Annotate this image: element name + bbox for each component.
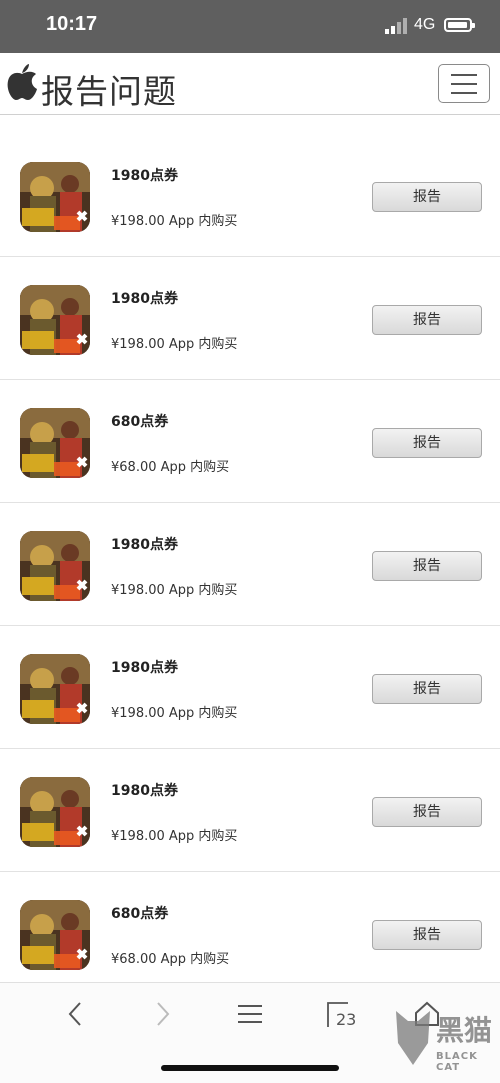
game-app-icon bbox=[20, 285, 90, 355]
game-app-icon bbox=[20, 531, 90, 601]
status-bar: 10:17 4G bbox=[0, 0, 500, 53]
list-item: 1980点券 ¥198.00 App 内购买 报告 bbox=[0, 257, 500, 380]
apple-logo-icon bbox=[7, 64, 37, 100]
list-item: 1980点券 ¥198.00 App 内购买 报告 bbox=[0, 134, 500, 257]
report-button[interactable]: 报告 bbox=[372, 674, 482, 704]
cat-shield-icon bbox=[396, 1011, 430, 1065]
menu-icon bbox=[451, 74, 477, 76]
item-name: 1980点券 bbox=[111, 291, 178, 307]
item-price: ¥198.00 App 内购买 bbox=[111, 337, 238, 352]
item-price: ¥198.00 App 内购买 bbox=[111, 214, 238, 229]
list-item: 1980点券 ¥198.00 App 内购买 报告 bbox=[0, 503, 500, 626]
item-price: ¥68.00 App 内购买 bbox=[111, 460, 230, 475]
item-name: 680点券 bbox=[111, 906, 169, 922]
game-app-icon bbox=[20, 900, 90, 970]
list-item: 680点券 ¥68.00 App 内购买 报告 bbox=[0, 380, 500, 503]
watermark-text-cn: 黑猫 bbox=[436, 1014, 493, 1047]
page-header: 报告问题 bbox=[0, 53, 500, 115]
battery-icon bbox=[444, 18, 475, 32]
item-price: ¥198.00 App 内购买 bbox=[111, 583, 238, 598]
purchase-list: 1980点券 ¥198.00 App 内购买 报告 1980点券 ¥198.00… bbox=[0, 134, 500, 995]
tabs-button[interactable]: 23 bbox=[326, 999, 356, 1029]
report-button[interactable]: 报告 bbox=[372, 182, 482, 212]
item-name: 1980点券 bbox=[111, 783, 178, 799]
report-button[interactable]: 报告 bbox=[372, 920, 482, 950]
home-indicator[interactable] bbox=[161, 1065, 339, 1071]
page-title: 报告问题 bbox=[41, 72, 177, 111]
list-item: 680点券 ¥68.00 App 内购买 报告 bbox=[0, 872, 500, 995]
forward-icon[interactable] bbox=[150, 999, 176, 1029]
report-button[interactable]: 报告 bbox=[372, 797, 482, 827]
back-icon[interactable] bbox=[62, 999, 88, 1029]
status-time: 10:17 bbox=[46, 13, 98, 35]
item-price: ¥198.00 App 内购买 bbox=[111, 829, 238, 844]
item-name: 1980点券 bbox=[111, 168, 178, 184]
report-button[interactable]: 报告 bbox=[372, 428, 482, 458]
signal-icon bbox=[385, 18, 407, 34]
item-price: ¥68.00 App 内购买 bbox=[111, 952, 230, 967]
item-name: 680点券 bbox=[111, 414, 169, 430]
black-cat-watermark: 黑猫 BLACK CAT bbox=[392, 1007, 500, 1079]
item-name: 1980点券 bbox=[111, 537, 178, 553]
watermark-text-en: BLACK CAT bbox=[436, 1051, 478, 1073]
report-button[interactable]: 报告 bbox=[372, 305, 482, 335]
game-app-icon bbox=[20, 162, 90, 232]
list-item: 1980点券 ¥198.00 App 内购买 报告 bbox=[0, 749, 500, 872]
tab-count: 23 bbox=[336, 1010, 357, 1029]
game-app-icon bbox=[20, 408, 90, 478]
menu-list-icon[interactable] bbox=[236, 999, 264, 1029]
game-app-icon bbox=[20, 654, 90, 724]
item-name: 1980点券 bbox=[111, 660, 178, 676]
game-app-icon bbox=[20, 777, 90, 847]
menu-button[interactable] bbox=[438, 64, 490, 103]
item-price: ¥198.00 App 内购买 bbox=[111, 706, 238, 721]
report-button[interactable]: 报告 bbox=[372, 551, 482, 581]
list-item: 1980点券 ¥198.00 App 内购买 报告 bbox=[0, 626, 500, 749]
network-type: 4G bbox=[414, 16, 436, 33]
